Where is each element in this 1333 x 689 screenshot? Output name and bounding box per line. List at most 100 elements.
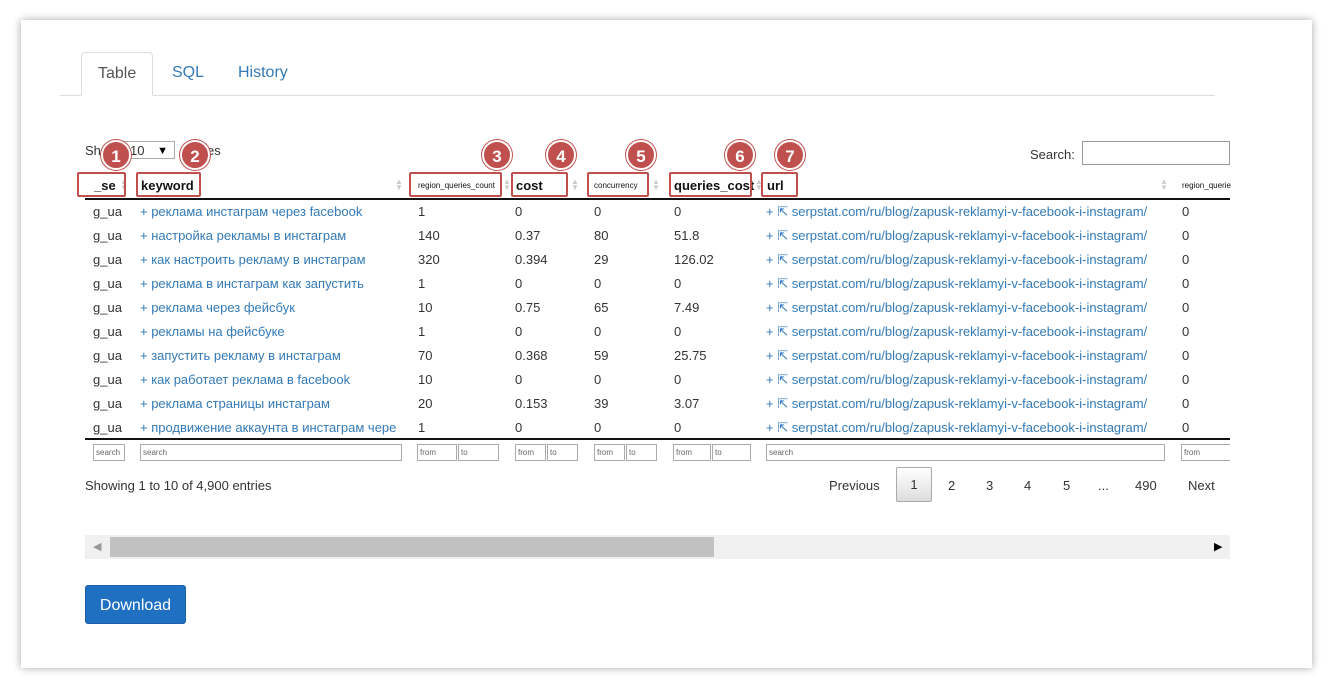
- highlight-box: [669, 172, 752, 197]
- length-menu-prefix: Sh: [85, 143, 101, 158]
- table-search-input[interactable]: [1082, 141, 1230, 165]
- cell-extra: 0: [1182, 228, 1190, 243]
- cell-concurrency: 80: [594, 228, 609, 243]
- cell-se: g_ua: [93, 300, 122, 315]
- table-row: g_ua + настройка рекламы в инстаграм 140…: [85, 224, 1230, 248]
- scrollbar-thumb[interactable]: [110, 537, 714, 557]
- filter-concurrency-to[interactable]: to: [626, 444, 657, 461]
- tab-table[interactable]: Table: [81, 52, 154, 96]
- filter-concurrency-from[interactable]: from: [594, 444, 625, 461]
- cell-url-link[interactable]: + ⇱ serpstat.com/ru/blog/zapusk-reklamyi…: [766, 204, 1166, 220]
- cell-keyword-link[interactable]: + как настроить рекламу в инстаграм: [140, 252, 410, 267]
- filter-queries-cost-to[interactable]: to: [712, 444, 751, 461]
- cell-region-queries-count: 70: [418, 348, 433, 363]
- cell-url-link[interactable]: + ⇱ serpstat.com/ru/blog/zapusk-reklamyi…: [766, 324, 1166, 340]
- highlight-box: [77, 172, 126, 197]
- scroll-right-icon[interactable]: ▶: [1214, 540, 1222, 553]
- tab-bar: Table SQL History: [60, 52, 1215, 96]
- table-row: g_ua + рекламы на фейсбуке 1 0 0 0 + ⇱ s…: [85, 320, 1230, 344]
- cell-extra: 0: [1182, 300, 1190, 315]
- pagination-previous[interactable]: Previous: [829, 478, 880, 493]
- cell-region-queries-count: 10: [418, 300, 433, 315]
- tab-sql[interactable]: SQL: [156, 52, 220, 94]
- cell-region-queries-count: 1: [418, 204, 426, 219]
- cell-extra: 0: [1182, 324, 1190, 339]
- footer-border: [85, 438, 1230, 440]
- cell-region-queries-count: 1: [418, 276, 426, 291]
- cell-keyword-link[interactable]: + настройка рекламы в инстаграм: [140, 228, 410, 243]
- cell-cost: 0.153: [515, 396, 548, 411]
- cell-url-link[interactable]: + ⇱ serpstat.com/ru/blog/zapusk-reklamyi…: [766, 228, 1166, 244]
- cell-se: g_ua: [93, 252, 122, 267]
- cell-concurrency: 0: [594, 204, 602, 219]
- cell-url-link[interactable]: + ⇱ serpstat.com/ru/blog/zapusk-reklamyi…: [766, 348, 1166, 364]
- table-row: g_ua + реклама через фейсбук 10 0.75 65 …: [85, 296, 1230, 320]
- cell-cost: 0.368: [515, 348, 548, 363]
- cell-cost: 0.75: [515, 300, 541, 315]
- highlight-box: [409, 172, 502, 197]
- pagination-page[interactable]: 4: [1024, 478, 1031, 493]
- pagination-page[interactable]: 490: [1135, 478, 1157, 493]
- pagination-page-current[interactable]: 1: [896, 467, 932, 502]
- filter-cost-to[interactable]: to: [547, 444, 578, 461]
- cell-keyword-link[interactable]: + рекламы на фейсбуке: [140, 324, 410, 339]
- table-row: g_ua + реклама инстаграм через facebook …: [85, 200, 1230, 224]
- tab-history[interactable]: History: [222, 52, 304, 94]
- cell-se: g_ua: [93, 324, 122, 339]
- sort-icon: ▲ ▼: [652, 177, 660, 192]
- filter-rqc-to[interactable]: to: [458, 444, 499, 461]
- cell-queries-cost: 0: [674, 420, 682, 435]
- cell-keyword-link[interactable]: + реклама страницы инстаграм: [140, 396, 410, 411]
- highlight-box: [587, 172, 649, 197]
- cell-url-link[interactable]: + ⇱ serpstat.com/ru/blog/zapusk-reklamyi…: [766, 420, 1166, 436]
- table-row: g_ua + как работает реклама в facebook 1…: [85, 368, 1230, 392]
- cell-queries-cost: 0: [674, 204, 682, 219]
- annotation-badge-7: 7: [775, 140, 805, 170]
- cell-keyword-link[interactable]: + реклама инстаграм через facebook: [140, 204, 410, 219]
- pagination-page[interactable]: 5: [1063, 478, 1070, 493]
- table-row: g_ua + реклама страницы инстаграм 20 0.1…: [85, 392, 1230, 416]
- cell-keyword-link[interactable]: + продвижение аккаунта в инстаграм чере: [140, 420, 410, 435]
- filter-cost-from[interactable]: from: [515, 444, 546, 461]
- filter-keyword-search[interactable]: search: [140, 444, 402, 461]
- cell-keyword-link[interactable]: + как работает реклама в facebook: [140, 372, 410, 387]
- highlight-box: [136, 172, 201, 197]
- pagination-ellipsis: ...: [1098, 478, 1109, 493]
- pagination-page[interactable]: 3: [986, 478, 993, 493]
- cell-queries-cost: 0: [674, 276, 682, 291]
- cell-url-link[interactable]: + ⇱ serpstat.com/ru/blog/zapusk-reklamyi…: [766, 252, 1166, 268]
- pagination-next[interactable]: Next: [1188, 478, 1215, 493]
- cell-url-link[interactable]: + ⇱ serpstat.com/ru/blog/zapusk-reklamyi…: [766, 396, 1166, 412]
- scroll-left-icon[interactable]: ◀: [93, 540, 101, 553]
- filter-queries-cost-from[interactable]: from: [673, 444, 711, 461]
- cell-region-queries-count: 10: [418, 372, 433, 387]
- cell-se: g_ua: [93, 396, 122, 411]
- sort-icon: ▲ ▼: [571, 177, 579, 192]
- filter-se-search[interactable]: search: [93, 444, 125, 461]
- cell-cost: 0.394: [515, 252, 548, 267]
- cell-concurrency: 59: [594, 348, 609, 363]
- filter-url-search[interactable]: search: [766, 444, 1165, 461]
- cell-cost: 0: [515, 420, 523, 435]
- cell-keyword-link[interactable]: + реклама в инстаграм как запустить: [140, 276, 410, 291]
- table-info: Showing 1 to 10 of 4,900 entries: [85, 478, 272, 493]
- cell-keyword-link[interactable]: + реклама через фейсбук: [140, 300, 410, 315]
- cell-queries-cost: 126.02: [674, 252, 714, 267]
- cell-extra: 0: [1182, 348, 1190, 363]
- cell-se: g_ua: [93, 348, 122, 363]
- cell-se: g_ua: [93, 420, 122, 435]
- annotation-badge-2: 2: [180, 140, 210, 170]
- cell-region-queries-count: 20: [418, 396, 433, 411]
- cell-url-link[interactable]: + ⇱ serpstat.com/ru/blog/zapusk-reklamyi…: [766, 300, 1166, 316]
- column-header-region-queries-extra[interactable]: region_querie: [1182, 174, 1231, 198]
- download-button[interactable]: Download: [85, 585, 186, 624]
- cell-url-link[interactable]: + ⇱ serpstat.com/ru/blog/zapusk-reklamyi…: [766, 276, 1166, 292]
- cell-extra: 0: [1182, 276, 1190, 291]
- pagination-page[interactable]: 2: [948, 478, 955, 493]
- filter-extra-from[interactable]: from: [1181, 444, 1230, 461]
- cell-extra: 0: [1182, 204, 1190, 219]
- cell-url-link[interactable]: + ⇱ serpstat.com/ru/blog/zapusk-reklamyi…: [766, 372, 1166, 388]
- cell-keyword-link[interactable]: + запустить рекламу в инстаграм: [140, 348, 410, 363]
- filter-rqc-from[interactable]: from: [417, 444, 457, 461]
- sort-icon: ▲ ▼: [1160, 177, 1168, 192]
